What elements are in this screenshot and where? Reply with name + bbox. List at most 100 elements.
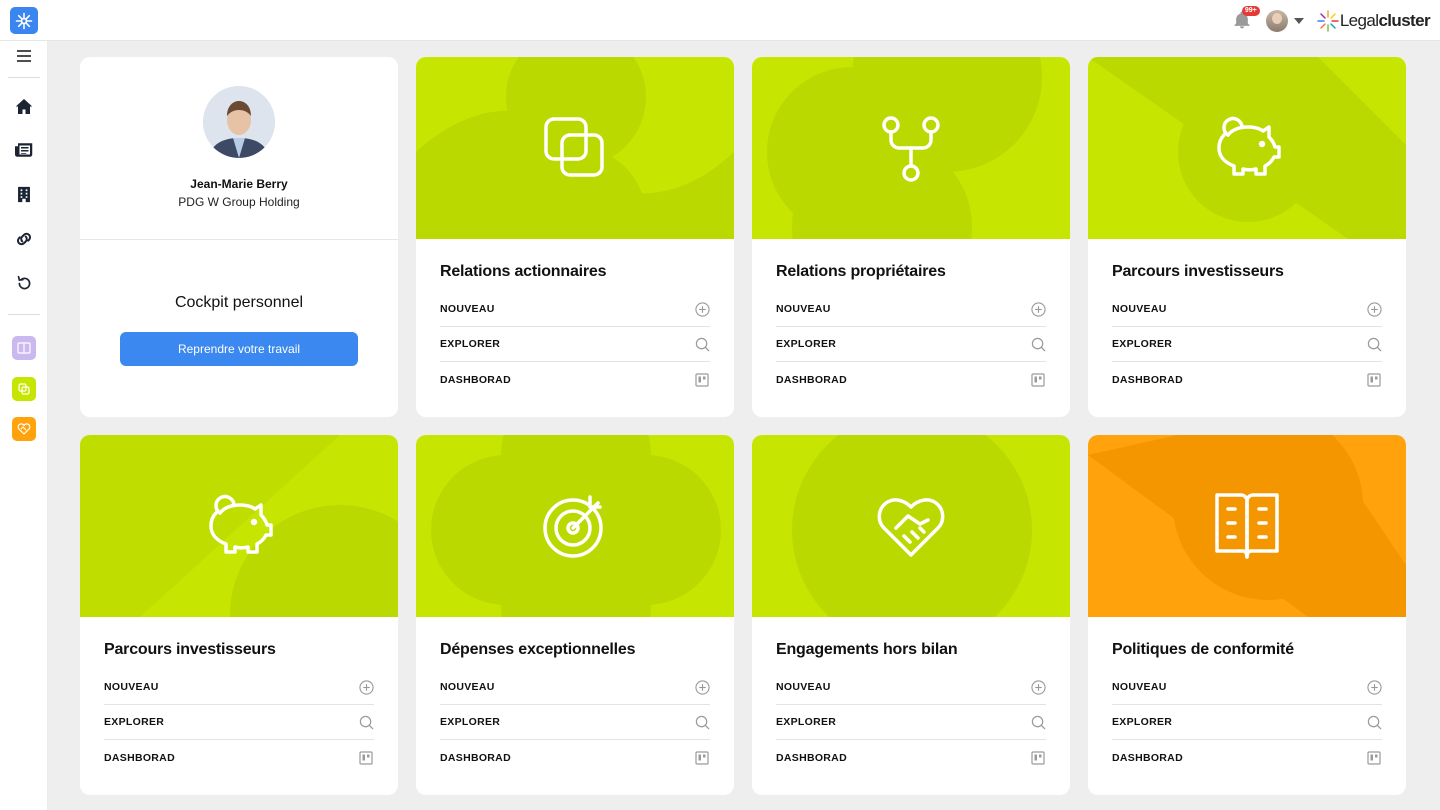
building-icon (18, 186, 30, 202)
app-chip-copy[interactable] (12, 377, 36, 401)
module-card[interactable]: Dépenses exceptionnelles NOUVEAU EXPLORE… (416, 435, 734, 795)
explore-action-label: EXPLORER (440, 716, 501, 728)
notification-badge: 99+ (1241, 5, 1260, 16)
dashboard-icon (1366, 750, 1382, 766)
explore-action[interactable]: EXPLORER (1112, 327, 1382, 362)
sidebar-divider (8, 77, 40, 78)
module-card[interactable]: Politiques de conformité NOUVEAU EXPLORE… (1088, 435, 1406, 795)
explore-action-label: EXPLORER (776, 338, 837, 350)
explore-action[interactable]: EXPLORER (776, 327, 1046, 362)
chevron-down-icon[interactable] (1293, 17, 1304, 24)
new-action-label: NOUVEAU (440, 681, 495, 693)
sidebar-item-news[interactable] (12, 138, 36, 162)
dashboard-action[interactable]: DASHBORAD (1112, 362, 1382, 397)
new-action-label: NOUVEAU (1112, 303, 1167, 315)
new-action-label: NOUVEAU (104, 681, 159, 693)
handshake-heart-icon (877, 498, 945, 557)
dashboard-action[interactable]: DASHBORAD (776, 362, 1046, 397)
top-bar: 99+ Legal cluster (0, 0, 1440, 41)
new-action-label: NOUVEAU (776, 303, 831, 315)
menu-button[interactable] (12, 44, 36, 68)
new-action[interactable]: NOUVEAU (440, 670, 710, 705)
search-icon (1030, 714, 1046, 730)
dashboard-action-label: DASHBORAD (440, 751, 511, 764)
module-hero[interactable] (1088, 57, 1406, 239)
dashboard-action[interactable]: DASHBORAD (776, 740, 1046, 775)
menu-icon (17, 50, 31, 62)
dashboard-icon (694, 750, 710, 766)
explore-action[interactable]: EXPLORER (104, 705, 374, 740)
dashboard-icon (1030, 372, 1046, 388)
search-icon (1030, 336, 1046, 352)
copy-icon (18, 383, 30, 395)
handshake-icon (17, 423, 31, 435)
dashboard-icon (1030, 750, 1046, 766)
plus-circle-icon (1366, 301, 1382, 317)
profile-divider (80, 239, 398, 240)
plus-circle-icon (1030, 679, 1046, 695)
module-title[interactable]: Relations actionnaires (440, 263, 607, 281)
book-icon (1215, 493, 1279, 559)
notifications-button[interactable]: 99+ (1232, 5, 1260, 32)
new-action[interactable]: NOUVEAU (104, 670, 374, 705)
app-chip-handshake[interactable] (12, 417, 36, 441)
dashboard-icon (358, 750, 374, 766)
module-title[interactable]: Parcours investisseurs (104, 641, 276, 659)
explore-action-label: EXPLORER (1112, 338, 1173, 350)
search-icon (1366, 336, 1382, 352)
module-title[interactable]: Relations propriétaires (776, 263, 946, 281)
sidebar-item-history[interactable] (12, 271, 36, 295)
dashboard-icon (694, 372, 710, 388)
module-hero[interactable] (416, 57, 734, 239)
plus-circle-icon (694, 301, 710, 317)
module-hero[interactable] (80, 435, 398, 617)
dashboard-action[interactable]: DASHBORAD (104, 740, 374, 775)
module-hero[interactable] (752, 435, 1070, 617)
module-card[interactable]: Engagements hors bilan NOUVEAU EXPLORER … (752, 435, 1070, 795)
sidebar-item-companies[interactable] (12, 182, 36, 206)
dashboard-action-label: DASHBORAD (104, 751, 175, 764)
sidebar-item-home[interactable] (12, 94, 36, 118)
new-action[interactable]: NOUVEAU (1112, 670, 1382, 705)
module-title[interactable]: Politiques de conformité (1112, 641, 1294, 659)
dashboard-action-label: DASHBORAD (1112, 751, 1183, 764)
module-card[interactable]: Parcours investisseurs NOUVEAU EXPLORER … (1088, 57, 1406, 417)
explore-action[interactable]: EXPLORER (776, 705, 1046, 740)
new-action[interactable]: NOUVEAU (776, 670, 1046, 705)
module-hero[interactable] (1088, 435, 1406, 617)
resume-work-button[interactable]: Reprendre votre travail (120, 332, 358, 366)
sidebar-divider (8, 314, 40, 315)
explore-action[interactable]: EXPLORER (440, 705, 710, 740)
module-title[interactable]: Engagements hors bilan (776, 641, 958, 659)
target-icon (543, 495, 603, 558)
app-logo-icon[interactable] (10, 7, 38, 34)
module-card[interactable]: Relations actionnaires NOUVEAU EXPLORER … (416, 57, 734, 417)
fork-icon (882, 116, 940, 182)
module-card[interactable]: Relations propriétaires NOUVEAU EXPLORER… (752, 57, 1070, 417)
explore-action[interactable]: EXPLORER (1112, 705, 1382, 740)
module-title[interactable]: Dépenses exceptionnelles (440, 641, 635, 659)
explore-action[interactable]: EXPLORER (440, 327, 710, 362)
new-action[interactable]: NOUVEAU (440, 292, 710, 327)
dashboard-action[interactable]: DASHBORAD (440, 362, 710, 397)
new-action-label: NOUVEAU (440, 303, 495, 315)
dashboard-action[interactable]: DASHBORAD (1112, 740, 1382, 775)
search-icon (694, 336, 710, 352)
module-title[interactable]: Parcours investisseurs (1112, 263, 1284, 281)
module-hero[interactable] (416, 435, 734, 617)
module-hero[interactable] (752, 57, 1070, 239)
new-action[interactable]: NOUVEAU (1112, 292, 1382, 327)
app-chip-book[interactable] (12, 336, 36, 360)
dashboard-action[interactable]: DASHBORAD (440, 740, 710, 775)
plus-circle-icon (694, 679, 710, 695)
module-card[interactable]: Parcours investisseurs NOUVEAU EXPLORER … (80, 435, 398, 795)
search-icon (694, 714, 710, 730)
profile-name: Jean-Marie Berry (190, 177, 288, 191)
new-action-label: NOUVEAU (1112, 681, 1167, 693)
sidebar-item-links[interactable] (12, 227, 36, 251)
user-avatar[interactable] (1265, 9, 1288, 32)
explore-action-label: EXPLORER (1112, 716, 1173, 728)
profile-avatar (203, 86, 275, 158)
new-action[interactable]: NOUVEAU (776, 292, 1046, 327)
dashboard-action-label: DASHBORAD (1112, 373, 1183, 386)
